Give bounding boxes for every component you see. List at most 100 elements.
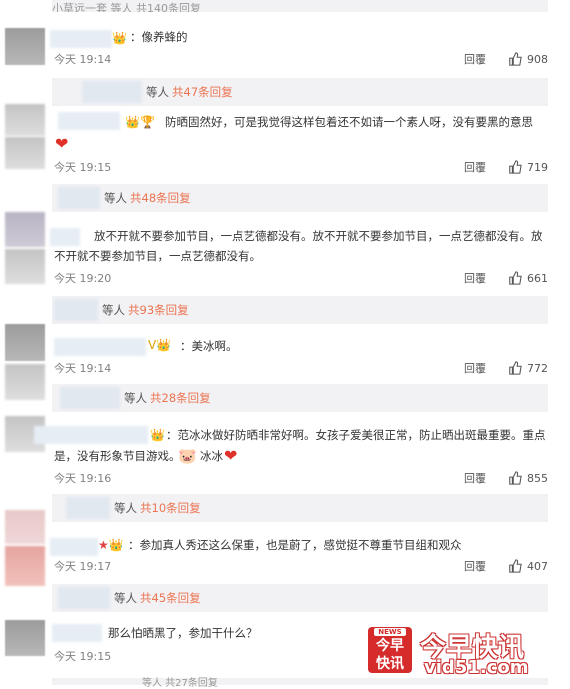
avatar[interactable]: [5, 212, 45, 247]
avatar[interactable]: [5, 28, 45, 65]
avatar: [5, 364, 45, 400]
comment-text: ：像养蜂的: [130, 30, 188, 44]
reply-summary-text: 等人 共27条回复: [142, 678, 218, 689]
comment-time: 今天 19:20: [54, 272, 112, 285]
badge-icon: V👑: [148, 338, 172, 352]
badge-icon: 👑🏆: [125, 115, 155, 129]
comment-text: 防晒固然好，可是我觉得这样包着还不如请一个素人呀，没有要黑的意思: [165, 115, 533, 129]
reply-count-link[interactable]: 共48条回复: [130, 190, 191, 206]
thumbs-up-icon: [509, 559, 522, 573]
reply-summary[interactable]: 等人 共10条回复: [52, 494, 548, 522]
watermark-url: vid51.com: [424, 657, 529, 678]
like-button[interactable]: 772: [508, 361, 548, 375]
badge-icon: 👑: [150, 428, 165, 442]
thumbs-up-icon: [509, 271, 522, 285]
pig-emoji-icon: 🐷: [178, 447, 197, 465]
comment-time: 今天 19:15: [54, 161, 112, 174]
reply-count-link[interactable]: 共47条回复: [172, 84, 233, 100]
replier-names: [58, 587, 110, 609]
username[interactable]: [58, 112, 120, 130]
comment-time: 今天 19:15: [54, 650, 112, 663]
reply-button[interactable]: 回覆: [464, 360, 486, 376]
username[interactable]: [52, 624, 102, 642]
reply-summary[interactable]: 等人 共45条回复: [52, 584, 548, 612]
reply-people: 等人: [114, 591, 137, 605]
like-count: 908: [527, 52, 548, 66]
watermark-logo: NEWS 今早 快讯 今早快讯 vid51.com: [368, 627, 568, 682]
avatar[interactable]: [5, 620, 45, 656]
comment-text-line2: 不开就不要参加节目，一点艺德都没有。: [54, 249, 261, 263]
watermark-badge-top: 今早: [376, 638, 404, 654]
reply-count-link[interactable]: 共45条回复: [140, 590, 201, 606]
comment-text-line1: ：范冰冰做好防晒非常好啊。女孩子爱美很正常，防止晒出斑最重要。重点: [166, 428, 546, 442]
heart-icon: ❤: [55, 134, 69, 153]
reply-button[interactable]: 回覆: [464, 558, 486, 574]
reply-people: 等人: [114, 501, 137, 515]
username[interactable]: [50, 538, 98, 556]
comment-text: ：美冰啊。: [180, 339, 238, 353]
reply-summary[interactable]: 等人 共93条回复: [52, 296, 548, 324]
like-count: 407: [527, 559, 548, 573]
avatar[interactable]: [5, 324, 45, 361]
avatar: [5, 249, 45, 284]
reply-button[interactable]: 回覆: [464, 470, 486, 486]
thumbs-up-icon: [509, 361, 522, 375]
reply-people: 等人: [146, 85, 169, 99]
comment-text: ：参加真人秀还这么保重，也是蔚了，感觉挺不尊重节目组和观众: [128, 538, 462, 552]
comment-feed: 小草远一套 等人 共140条回复 👑 ：像养蜂的 今天 19:14 回覆 908…: [0, 0, 570, 689]
avatar[interactable]: [5, 104, 45, 136]
reply-summary-text: 小草远一套 等人 共140条回复: [52, 2, 201, 12]
comment-time: 今天 19:14: [54, 362, 112, 375]
comment-text-line2: 是，没有形象节目游戏。: [54, 449, 181, 463]
like-count: 855: [527, 471, 548, 485]
comment-text: 那么怕晒黑了，参加干什么？: [108, 626, 258, 640]
reply-summary[interactable]: 等人 共48条回复: [52, 184, 548, 212]
like-button[interactable]: 855: [508, 471, 548, 485]
reply-button[interactable]: 回覆: [464, 270, 486, 286]
username[interactable]: [54, 338, 146, 356]
username[interactable]: [34, 426, 148, 444]
replier-names: [58, 187, 100, 209]
reply-count-link[interactable]: 共28条回复: [150, 390, 211, 406]
like-count: 772: [527, 361, 548, 375]
like-button[interactable]: 908: [508, 52, 548, 66]
replier-names: [66, 497, 110, 519]
comment-time: 今天 19:14: [54, 53, 112, 66]
badge-icon: ★👑: [98, 538, 124, 552]
comment-text-line1: 放不开就不要参加节目，一点艺德都没有。放不开就不要参加节目，一点艺德都没有。放: [94, 229, 543, 243]
comment-text-tail: 冰冰: [200, 449, 223, 463]
watermark-badge-bottom: 快讯: [376, 656, 404, 672]
replier-names: [54, 299, 98, 321]
reply-summary[interactable]: 等人 共47条回复: [52, 78, 548, 106]
badge-icon: 👑: [112, 31, 127, 45]
like-button[interactable]: 661: [508, 271, 548, 285]
reply-count-link[interactable]: 共10条回复: [140, 500, 201, 516]
reply-people: 等人: [102, 303, 125, 317]
comment-time: 今天 19:16: [54, 472, 112, 485]
like-button[interactable]: 719: [508, 160, 548, 174]
reply-summary[interactable]: 等人 共28条回复: [52, 384, 548, 412]
avatar[interactable]: [5, 510, 45, 544]
replier-names: [82, 81, 142, 103]
comment-time: 今天 19:17: [54, 560, 112, 573]
watermark-news: NEWS: [374, 628, 406, 636]
username[interactable]: [50, 228, 80, 246]
username[interactable]: [50, 30, 112, 48]
like-count: 661: [527, 271, 548, 285]
avatar: [5, 546, 45, 586]
reply-count-link[interactable]: 共93条回复: [128, 302, 189, 318]
thumbs-up-icon: [509, 52, 522, 66]
watermark-badge: NEWS 今早 快讯: [368, 627, 412, 673]
replier-names: [60, 387, 120, 409]
reply-button[interactable]: 回覆: [464, 159, 486, 175]
reply-summary-top[interactable]: 小草远一套 等人 共140条回复: [52, 0, 548, 12]
avatar: [5, 137, 45, 169]
like-button[interactable]: 407: [508, 559, 548, 573]
heart-icon: ❤: [224, 446, 238, 465]
thumbs-up-icon: [509, 471, 522, 485]
reply-people: 等人: [104, 191, 127, 205]
thumbs-up-icon: [509, 160, 522, 174]
reply-people: 等人: [124, 391, 147, 405]
like-count: 719: [527, 160, 548, 174]
reply-button[interactable]: 回覆: [464, 51, 486, 67]
